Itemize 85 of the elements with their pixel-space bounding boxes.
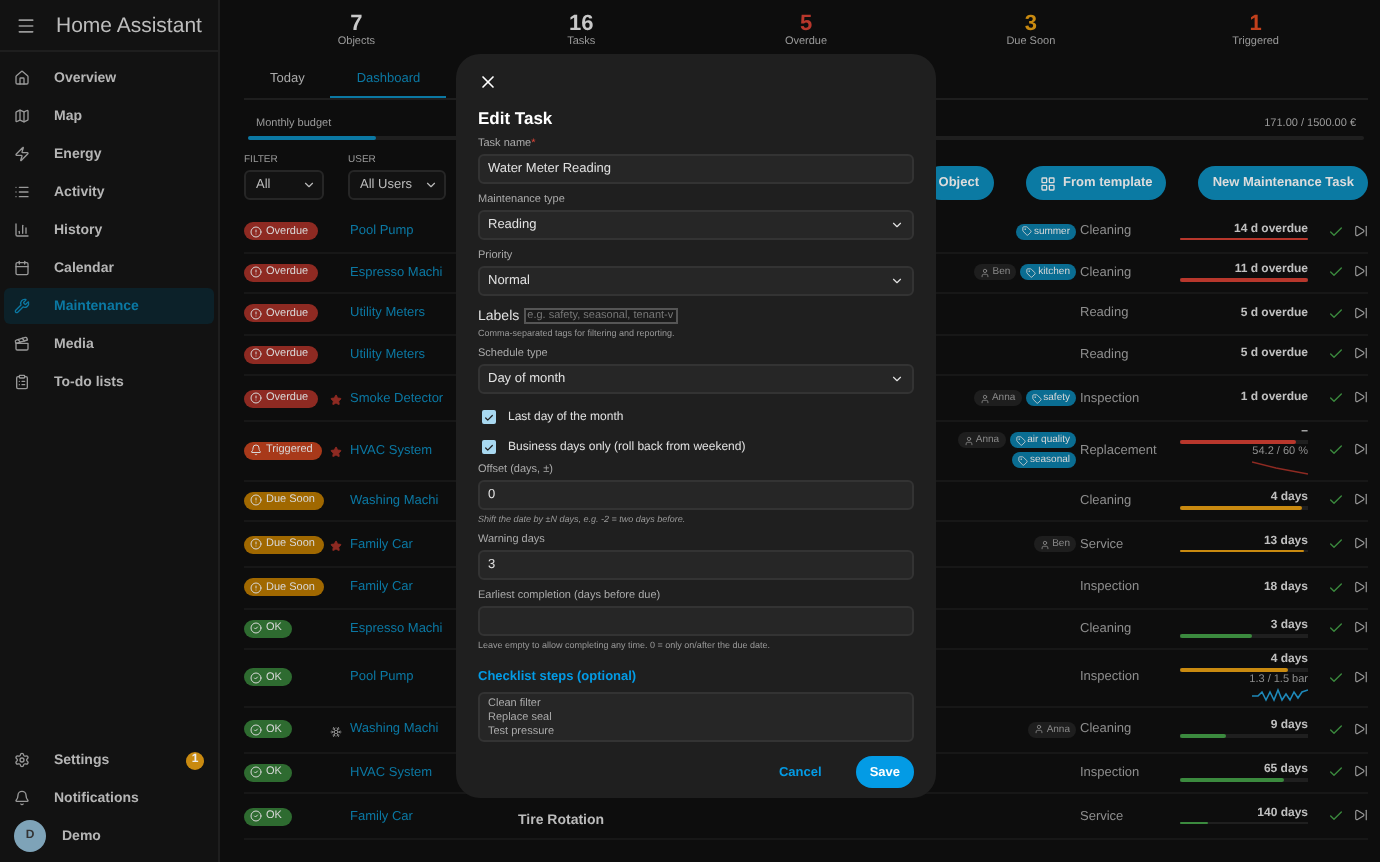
tag-icon — [1031, 393, 1042, 403]
close-button[interactable] — [478, 72, 498, 92]
stat-value: 3 — [1024, 12, 1037, 36]
alert-icon — [250, 538, 262, 550]
stat-value: 16 — [568, 12, 594, 36]
alert-icon — [250, 307, 262, 320]
skip-icon[interactable] — [1354, 669, 1368, 684]
stat-value: 5 — [799, 12, 813, 36]
complete-icon[interactable] — [1328, 579, 1344, 596]
close-icon — [478, 72, 498, 92]
check-circle-icon — [250, 723, 262, 735]
chevron-down-icon — [890, 274, 904, 288]
wrench-icon — [14, 298, 30, 314]
complete-icon[interactable] — [1328, 536, 1344, 552]
chevron-down-icon — [302, 178, 316, 192]
complete-icon[interactable] — [1328, 620, 1344, 637]
lightning-icon — [14, 146, 30, 162]
complete-icon[interactable] — [1328, 808, 1344, 824]
skip-icon[interactable] — [1354, 305, 1368, 320]
alert-icon — [250, 581, 262, 594]
person-icon — [1040, 539, 1051, 549]
complete-icon[interactable] — [1328, 492, 1344, 509]
skip-icon[interactable] — [1354, 764, 1368, 779]
complete-icon[interactable] — [1328, 305, 1344, 322]
checkmark-icon — [484, 411, 494, 423]
menu-icon[interactable] — [16, 15, 36, 35]
alert-icon — [250, 266, 262, 279]
sparkline — [1252, 687, 1308, 701]
alert-icon — [250, 348, 262, 361]
home-icon — [14, 70, 30, 86]
skip-icon[interactable] — [1354, 346, 1368, 361]
tag-icon — [1026, 267, 1037, 278]
tag-icon — [1015, 435, 1026, 446]
alert-icon — [250, 225, 262, 238]
skip-icon[interactable] — [1354, 390, 1368, 404]
complete-icon[interactable] — [1328, 721, 1344, 737]
complete-icon[interactable] — [1328, 669, 1344, 686]
skip-icon[interactable] — [1354, 492, 1368, 507]
skip-icon[interactable] — [1354, 442, 1368, 457]
stat-value: 7 — [350, 12, 363, 36]
checkbox[interactable] — [482, 410, 496, 424]
check-circle-icon — [250, 766, 262, 779]
bell-icon — [14, 790, 30, 806]
map-icon — [14, 108, 30, 124]
media-icon — [14, 336, 30, 352]
person-icon — [980, 267, 991, 278]
clipboard-icon — [14, 374, 30, 390]
tag-icon — [1017, 455, 1028, 466]
skip-icon[interactable] — [1354, 579, 1368, 594]
grid-icon — [1039, 175, 1056, 191]
skip-icon[interactable] — [1354, 223, 1368, 238]
settings-icon — [14, 752, 30, 768]
bell-icon — [250, 444, 262, 457]
check-circle-icon — [250, 810, 262, 822]
complete-icon[interactable] — [1328, 264, 1344, 281]
chevron-down-icon — [890, 372, 904, 386]
stat-value: 1 — [1249, 12, 1262, 36]
complete-icon[interactable] — [1328, 346, 1344, 363]
complete-icon[interactable] — [1328, 390, 1344, 406]
chevron-down-icon — [890, 218, 904, 232]
chevron-down-icon — [424, 178, 439, 192]
skip-icon[interactable] — [1354, 264, 1368, 279]
checkmark-icon — [484, 441, 494, 453]
check-circle-icon — [250, 622, 262, 635]
sparkline — [1252, 459, 1308, 475]
skip-icon[interactable] — [1354, 721, 1368, 735]
person-icon — [1034, 724, 1045, 734]
skip-icon[interactable] — [1354, 620, 1368, 635]
list-icon — [14, 184, 30, 200]
person-icon — [963, 435, 974, 446]
skip-icon[interactable] — [1354, 808, 1368, 822]
skip-icon[interactable] — [1354, 536, 1368, 550]
check-circle-icon — [250, 671, 262, 684]
complete-icon[interactable] — [1328, 764, 1344, 781]
chart-icon — [14, 222, 30, 238]
dialog-title: Edit Task — [478, 108, 555, 128]
alert-icon — [250, 392, 262, 404]
calendar-icon — [14, 260, 30, 276]
person-icon — [979, 393, 990, 403]
complete-icon[interactable] — [1328, 442, 1344, 459]
complete-icon[interactable] — [1328, 223, 1344, 240]
tag-icon — [1021, 226, 1032, 237]
app-title: Home Assistant — [56, 13, 202, 37]
checkbox[interactable] — [482, 440, 496, 454]
alert-icon — [250, 494, 262, 507]
